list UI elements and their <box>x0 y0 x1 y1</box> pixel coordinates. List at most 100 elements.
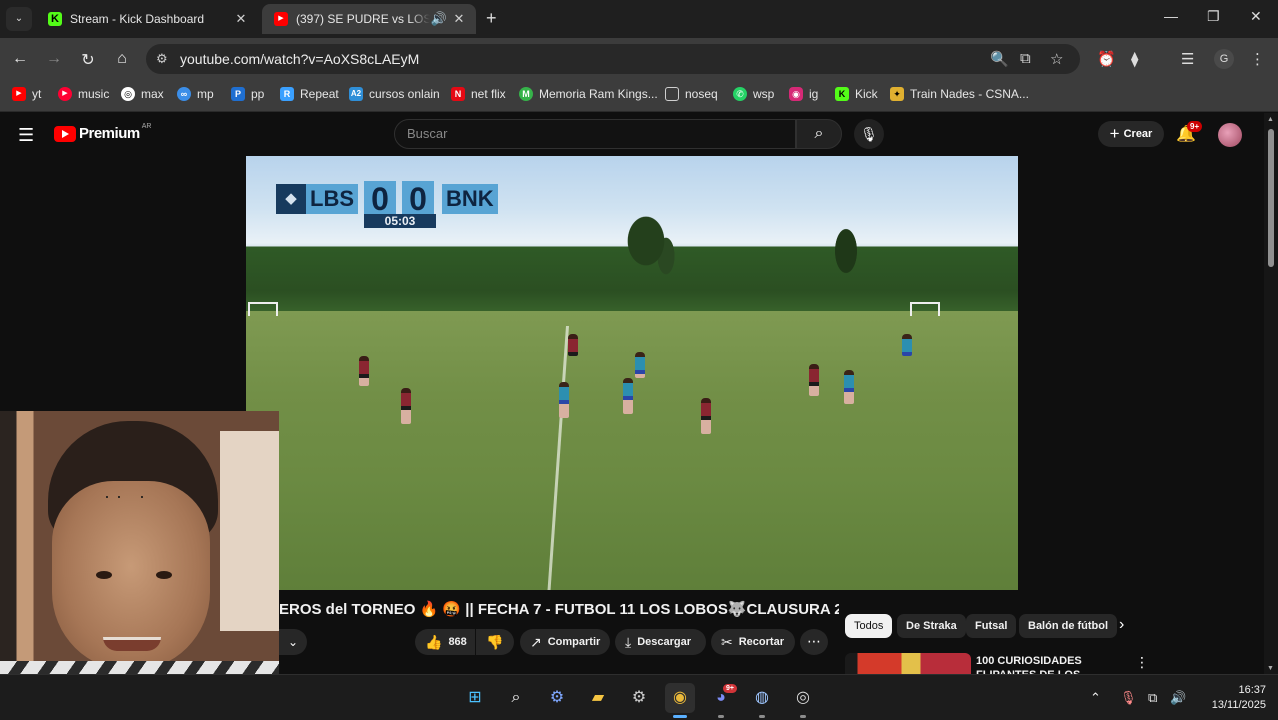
bookmark-wsp[interactable]: ✆ wsp <box>733 87 774 101</box>
cast-icon[interactable]: ⧉ <box>1020 50 1031 67</box>
bookmark-cursos[interactable]: A2 cursos onlain <box>349 87 440 101</box>
video-player-figure <box>623 378 633 414</box>
extension-alarm-icon[interactable]: ⏰ <box>1097 50 1116 68</box>
scroll-down-icon[interactable]: ▼ <box>1267 665 1274 672</box>
share-icon: ↗ <box>530 633 542 650</box>
obs-icon[interactable]: ◎ <box>788 683 818 713</box>
chevron-right-icon[interactable]: › <box>1119 616 1124 634</box>
minimize-icon[interactable]: — <box>1164 8 1178 24</box>
bookmark-netflix[interactable]: Nnet flix <box>451 87 506 101</box>
menu-icon[interactable]: ☰ <box>18 125 34 146</box>
tab-kick-dashboard[interactable]: K Stream - Kick Dashboard ✕ <box>36 4 258 34</box>
bookmark-mp[interactable]: ∞ mp <box>177 87 214 101</box>
bookmark-pp[interactable]: Ppp <box>231 87 264 101</box>
bookmark-repeat[interactable]: R Repeat <box>280 87 339 101</box>
youtube-premium-logo[interactable]: Premium AR <box>54 123 151 142</box>
chrome-icon[interactable]: ◉ <box>665 683 695 713</box>
webcam-background <box>220 431 279 631</box>
share-button[interactable]: ↗ Compartir <box>520 629 610 655</box>
chip-balon-de-futbol[interactable]: Balón de fútbol <box>1019 614 1118 638</box>
running-app-indicator <box>800 715 806 718</box>
clip-button[interactable]: ✂ Recortar <box>711 629 795 655</box>
speaker-icon[interactable]: 🔊 <box>430 11 448 27</box>
search-button[interactable]: ⌕ <box>796 119 842 149</box>
tray-chevron-up-icon[interactable]: ⌃ <box>1090 690 1101 706</box>
back-icon[interactable]: ← <box>10 50 30 68</box>
address-bar[interactable]: ⚙ youtube.com/watch?v=AoXS8cLAEyM 🔍 ⧉ ☆ <box>146 44 1080 74</box>
reading-list-icon[interactable]: ☰ <box>1181 50 1194 68</box>
app-icon[interactable]: ⚙ <box>542 683 572 713</box>
restore-icon[interactable]: ❐ <box>1207 8 1220 25</box>
scroll-up-icon[interactable]: ▲ <box>1267 116 1274 123</box>
windows-start-icon[interactable]: ⊞ <box>460 683 490 713</box>
system-clock[interactable]: 16:37 13/11/2025 <box>1196 683 1266 713</box>
tab-search-button[interactable]: ⌄ <box>6 7 32 31</box>
bookmark-train-nades[interactable]: ✦ Train Nades - CSNA... <box>890 87 1029 101</box>
dislike-button[interactable]: 👎 <box>476 629 514 655</box>
clip-label: Recortar <box>738 636 784 648</box>
bookmark-star-icon[interactable]: ☆ <box>1050 50 1063 68</box>
close-tab-icon[interactable]: ✕ <box>232 11 250 27</box>
repeat-icon: R <box>280 87 294 101</box>
download-button[interactable]: ⤓ Descargar <box>615 629 706 655</box>
webcam-eye-left <box>96 571 112 579</box>
page-scrollbar[interactable]: ▲ ▼ <box>1264 113 1278 674</box>
search-icon[interactable]: ⌕ <box>501 683 531 713</box>
csna-icon: ✦ <box>890 87 904 101</box>
extensions-puzzle-icon[interactable]: ⧫ <box>1131 50 1138 68</box>
scrollbar-thumb[interactable] <box>1268 129 1274 267</box>
video-player[interactable]: ◆ LBS 0 0 BNK 05:03 <box>246 156 1018 590</box>
youtube-icon: ▶ <box>274 12 288 26</box>
account-avatar[interactable] <box>1218 123 1242 147</box>
chip-futsal[interactable]: Futsal <box>966 614 1017 638</box>
bookmark-memoria-ram[interactable]: M Memoria Ram Kings... <box>519 87 658 101</box>
bookmark-music[interactable]: ▶ music <box>58 87 109 101</box>
close-tab-icon[interactable]: ✕ <box>450 11 468 27</box>
scissors-icon: ✂ <box>721 633 733 650</box>
network-icon[interactable]: ⧉ <box>1148 690 1157 706</box>
search-input[interactable] <box>407 126 777 141</box>
bookmarks-bar: ▶ yt ▶ music ◎ max ∞ mp Ppp R Repeat A2 cursos… <box>0 80 1278 112</box>
voice-search-button[interactable]: 🎙 <box>854 119 884 149</box>
recommendation-thumbnail[interactable] <box>845 653 971 674</box>
reload-icon[interactable]: ↻ <box>78 50 98 70</box>
browser-menu-icon[interactable]: ⋮ <box>1250 50 1265 68</box>
bookmark-max[interactable]: ◎ max <box>121 87 164 101</box>
running-app-indicator <box>759 715 765 718</box>
profile-avatar[interactable]: G <box>1214 49 1234 69</box>
kick-icon: K <box>835 87 849 101</box>
bookmark-kick[interactable]: K Kick <box>835 87 878 101</box>
youtube-header: ☰ Premium AR ⌕ 🎙 + Crear 🔔 9+ <box>0 113 1264 155</box>
volume-icon[interactable]: 🔊 <box>1170 690 1186 706</box>
bookmark-noseq[interactable]: noseq <box>665 87 718 101</box>
search-box[interactable] <box>394 119 796 149</box>
kick-icon: K <box>48 12 62 26</box>
forward-icon[interactable]: → <box>44 50 64 68</box>
recommendation-title[interactable]: 100 CURIOSIDADES FLIPANTES DE LOS INCREÍ… <box>976 654 1134 674</box>
bookmark-ig[interactable]: ◉ ig <box>789 87 818 101</box>
expand-channel-button[interactable]: ⌄ <box>279 629 307 655</box>
bookmark-yt[interactable]: ▶ yt <box>12 87 41 101</box>
like-button[interactable]: 👍 868 <box>415 629 475 655</box>
video-player-figure <box>844 370 854 404</box>
close-window-icon[interactable]: ✕ <box>1250 8 1262 25</box>
microphone-tray-icon[interactable]: 🎙 <box>1120 690 1137 706</box>
settings-icon[interactable]: ⚙ <box>624 683 654 713</box>
zoom-icon[interactable]: 🔍 <box>990 50 1009 68</box>
home-icon[interactable]: ⌂ <box>112 50 132 68</box>
new-tab-button[interactable]: + <box>486 8 497 29</box>
site-info-icon[interactable]: ⚙ <box>156 51 168 67</box>
create-button[interactable]: + Crear <box>1098 121 1164 147</box>
recommendation-more-icon[interactable]: ⋮ <box>1135 654 1149 671</box>
tab-youtube-video[interactable]: ▶ (397) SE PUDRE vs LOS PRIMOS 🔊 ✕ <box>262 4 476 34</box>
instagram-icon: ◉ <box>789 87 803 101</box>
notification-badge: 9+ <box>1187 121 1203 132</box>
steam-icon[interactable]: ◍ <box>747 683 777 713</box>
chip-de-straka[interactable]: De Straka <box>897 614 966 638</box>
home-score: 0 <box>364 181 396 217</box>
chip-todos[interactable]: Todos <box>845 614 893 638</box>
like-count: 868 <box>448 636 467 648</box>
more-actions-button[interactable]: ⋯ <box>800 629 828 655</box>
address-url[interactable]: youtube.com/watch?v=AoXS8cLAEyM <box>180 51 419 67</box>
file-explorer-icon[interactable]: ▰ <box>583 683 613 713</box>
